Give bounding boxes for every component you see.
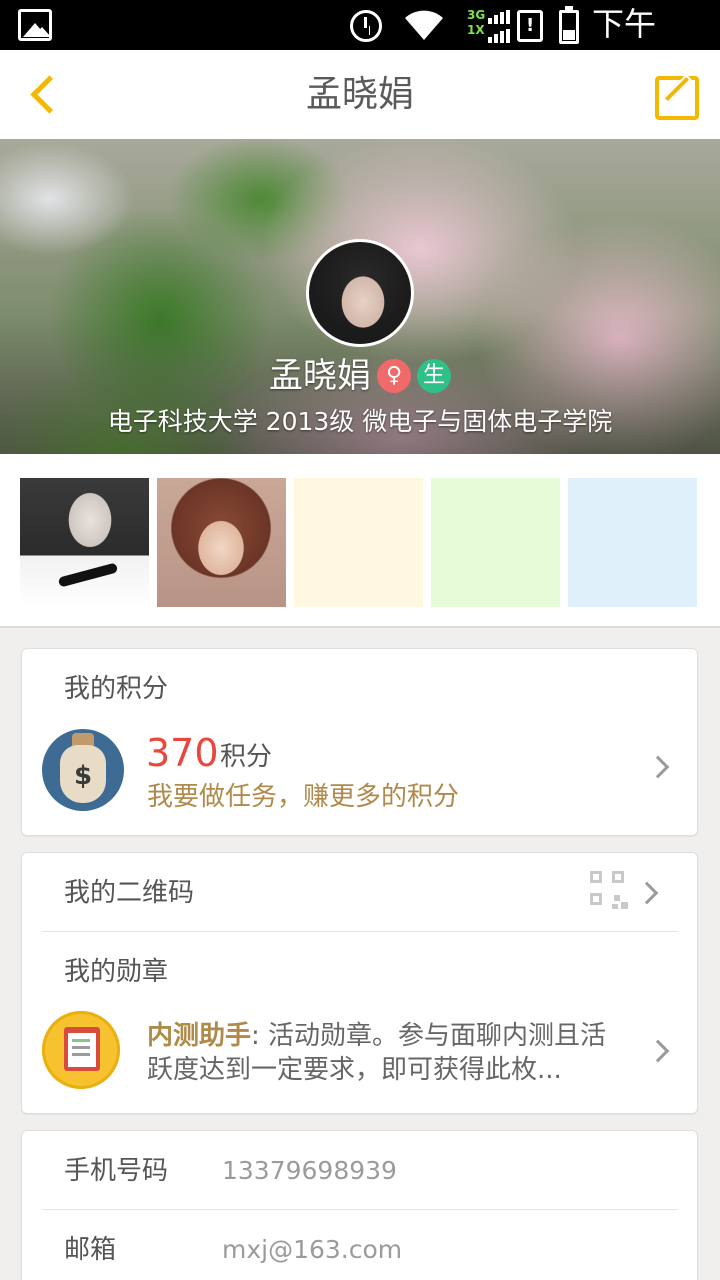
earn-points-link[interactable]: 我要做任务，赚更多的积分 — [147, 779, 459, 815]
chevron-right-icon — [635, 881, 659, 905]
divider — [42, 1209, 678, 1210]
page-title: 孟晓娟 — [305, 74, 414, 115]
contact-card: 手机号码 13379698939 邮箱 mxj@163.com — [21, 1130, 698, 1280]
profile-name: 孟晓娟 — [269, 356, 371, 396]
qr-medal-card: 我的二维码 我的勋章 内测助手: 活动勋章。参与面聊内测且活跃度达到一定要求，即… — [21, 852, 698, 1114]
divider — [42, 931, 678, 932]
qr-code-row[interactable]: 我的二维码 — [64, 875, 194, 911]
edit-profile-button[interactable] — [655, 72, 705, 120]
female-gender-icon: ♀ — [377, 359, 411, 393]
medal-name: 内测助手 — [147, 1021, 252, 1051]
money-bag-icon: $ — [42, 729, 124, 811]
student-badge-icon: 生 — [417, 359, 451, 393]
points-card[interactable]: 我的积分 $ 370 积分 我要做任务，赚更多的积分 — [21, 648, 698, 836]
status-bar: 3G 1X 下午9:18 — [0, 0, 720, 83]
alarm-icon — [350, 10, 382, 42]
photo-thumbnail[interactable] — [157, 478, 286, 607]
avatar[interactable] — [306, 239, 414, 347]
phone-value[interactable]: 13379698939 — [222, 1153, 397, 1189]
wifi-icon — [403, 8, 445, 49]
sim-alert-icon — [517, 10, 543, 42]
phone-label: 手机号码 — [64, 1156, 169, 1186]
network-type-label: 3G 1X — [467, 8, 486, 37]
app-header: 孟晓娟 — [0, 50, 720, 139]
points-heading: 我的积分 — [64, 674, 169, 704]
photo-strip — [0, 454, 720, 628]
points-unit: 积分 — [220, 742, 273, 772]
photo-placeholder[interactable] — [568, 478, 697, 607]
back-button[interactable] — [22, 68, 72, 122]
chevron-right-icon — [646, 1039, 670, 1063]
medal-heading: 我的勋章 — [64, 957, 169, 987]
chevron-right-icon — [646, 755, 670, 779]
clipboard-medal-icon — [42, 1011, 120, 1089]
points-value: 370 — [146, 731, 219, 775]
school-info: 电子科技大学 2013级 微电子与固体电子学院 — [107, 407, 613, 436]
profile-name-row: 孟晓娟 ♀ 生 — [0, 352, 720, 400]
photo-thumbnail[interactable] — [20, 478, 149, 607]
email-value[interactable]: mxj@163.com — [222, 1232, 402, 1268]
email-label: 邮箱 — [64, 1235, 117, 1265]
photo-placeholder[interactable] — [294, 478, 423, 607]
photo-placeholder[interactable] — [431, 478, 560, 607]
medal-description[interactable]: 内测助手: 活动勋章。参与面聊内测且活跃度达到一定要求，即可获得此枚... — [147, 1019, 627, 1087]
battery-icon — [559, 6, 579, 44]
gallery-notification-icon — [18, 9, 52, 41]
qr-code-icon — [590, 871, 628, 909]
